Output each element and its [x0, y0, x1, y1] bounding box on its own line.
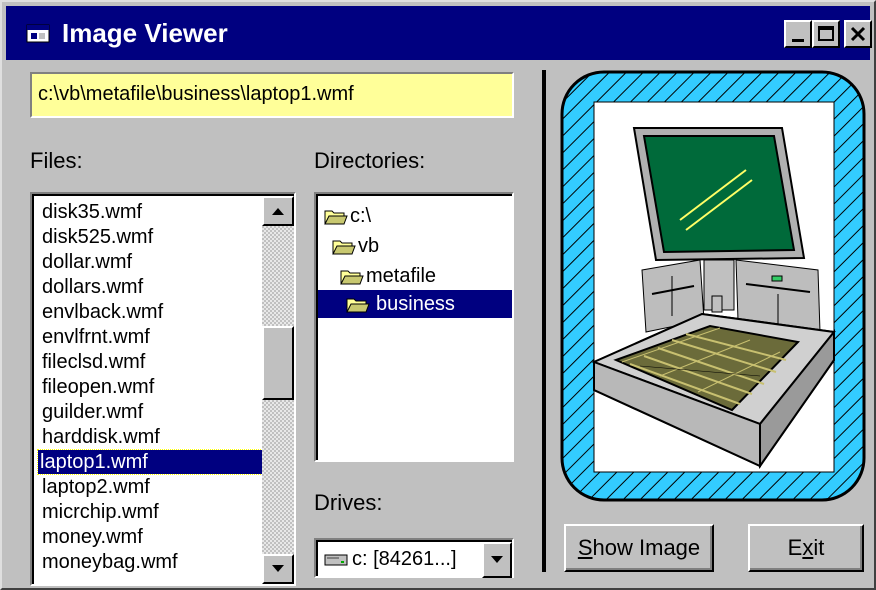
- drive-value: c: [84261...]: [352, 548, 457, 570]
- directory-item[interactable]: metafile: [340, 262, 436, 290]
- file-list-scrollbar[interactable]: [262, 196, 294, 584]
- directory-item[interactable]: c:\: [324, 202, 371, 230]
- drive-dropdown-button[interactable]: [482, 542, 512, 578]
- app-window-icon: [26, 24, 50, 43]
- list-item[interactable]: fileclsd.wmf: [40, 350, 147, 374]
- maximize-button[interactable]: [812, 20, 840, 48]
- list-item[interactable]: guilder.wmf: [40, 400, 145, 424]
- open-folder-icon: [346, 298, 370, 313]
- path-display: c:\vb\metafile\business\laptop1.wmf: [30, 72, 514, 118]
- show-image-accel: S: [577, 535, 593, 560]
- list-item[interactable]: dollar.wmf: [40, 250, 134, 274]
- directories-label: Directories:: [314, 148, 426, 173]
- image-display: [560, 70, 866, 502]
- title-bar[interactable]: Image Viewer: [6, 6, 872, 60]
- minimize-button[interactable]: [784, 20, 812, 48]
- minimize-icon: [792, 39, 804, 42]
- list-item[interactable]: moneybag.wmf: [40, 550, 180, 574]
- chevron-down-icon: [491, 556, 503, 563]
- list-item[interactable]: harddisk.wmf: [40, 425, 162, 449]
- window-title: Image Viewer: [62, 18, 228, 48]
- maximize-icon: [818, 26, 834, 41]
- exit-label-prefix: E: [787, 535, 803, 560]
- list-item[interactable]: dollars.wmf: [40, 275, 145, 299]
- exit-button[interactable]: Exit: [748, 524, 864, 572]
- list-item[interactable]: envlfrnt.wmf: [40, 325, 152, 349]
- directory-item[interactable]: vb: [332, 232, 379, 260]
- open-folder-icon: [340, 270, 364, 285]
- show-image-button[interactable]: Show Image: [564, 524, 714, 572]
- list-item[interactable]: fileopen.wmf: [40, 375, 156, 399]
- scroll-up-button[interactable]: [262, 196, 294, 226]
- vertical-divider: [542, 70, 546, 572]
- arrow-up-icon: [272, 208, 284, 215]
- close-button[interactable]: [844, 20, 872, 48]
- hard-drive-icon: [324, 554, 348, 566]
- list-item[interactable]: envlback.wmf: [40, 300, 165, 324]
- scroll-thumb[interactable]: [262, 326, 294, 400]
- list-item[interactable]: disk35.wmf: [40, 200, 144, 224]
- drive-select[interactable]: c: [84261...]: [314, 538, 514, 578]
- show-image-label: how Image: [592, 535, 701, 560]
- drives-label: Drives:: [314, 490, 383, 515]
- exit-accel: x: [802, 535, 814, 560]
- scroll-down-button[interactable]: [262, 554, 294, 584]
- close-icon: [850, 26, 866, 42]
- list-item[interactable]: laptop2.wmf: [40, 475, 152, 499]
- exit-label-rest: it: [813, 535, 825, 560]
- image-viewer-window: Image Viewer c:\vb\metafile\business\lap…: [0, 0, 876, 590]
- arrow-down-icon: [272, 565, 284, 572]
- open-folder-icon: [324, 210, 348, 225]
- files-label: Files:: [30, 148, 83, 173]
- directory-list[interactable]: c:\ vb metafile business: [314, 192, 514, 462]
- list-item[interactable]: disk525.wmf: [40, 225, 155, 249]
- list-item-selected[interactable]: laptop1.wmf: [37, 449, 265, 475]
- list-item[interactable]: micrchip.wmf: [40, 500, 161, 524]
- directory-item-selected[interactable]: business: [318, 290, 512, 318]
- file-list[interactable]: disk35.wmf disk525.wmf dollar.wmf dollar…: [30, 192, 296, 586]
- open-folder-icon: [332, 240, 356, 255]
- list-item[interactable]: money.wmf: [40, 525, 145, 549]
